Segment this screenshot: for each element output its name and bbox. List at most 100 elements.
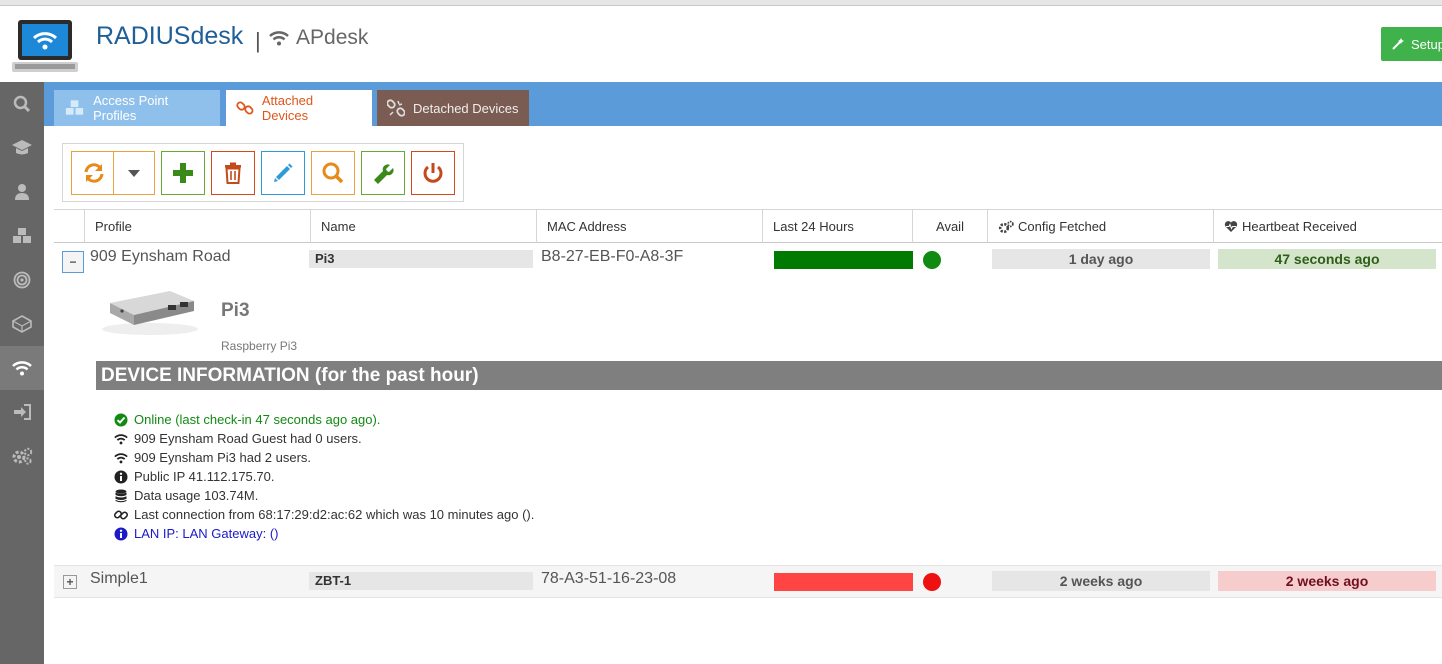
add-button[interactable]: [161, 151, 205, 195]
trash-icon: [225, 162, 241, 184]
column-header-last-24-hours[interactable]: Last 24 Hours: [762, 210, 912, 243]
mac-cell: 78-A3-51-16-23-08: [541, 570, 677, 587]
column-header-avail[interactable]: Avail: [912, 210, 987, 243]
tab-label: Detached Devices: [413, 100, 519, 116]
tab-access-point-profiles[interactable]: Access Point Profiles: [54, 90, 220, 126]
column-label: Last 24 Hours: [773, 219, 854, 234]
info-lan-ip: LAN IP: LAN Gateway: (): [114, 524, 534, 543]
refresh-icon: [84, 163, 103, 183]
sign-in-icon: [14, 404, 31, 420]
info-pi3-users: 909 Eynsham Pi3 had 2 users.: [114, 448, 534, 467]
column-label: MAC Address: [547, 219, 627, 234]
info-text: Online (last check-in 47 seconds ago ago…: [134, 412, 381, 427]
info-text: Data usage 103.74M.: [134, 488, 259, 503]
heartbeat-icon: [1224, 221, 1238, 232]
info-public-ip: Public IP 41.112.175.70.: [114, 467, 534, 486]
setup-label: Setup: [1411, 36, 1442, 52]
wifi-icon: [269, 31, 289, 46]
cubes-icon: [13, 228, 31, 243]
caret-down-icon: [128, 170, 140, 177]
view-button[interactable]: [311, 151, 355, 195]
setup-button[interactable]: Setup: [1381, 27, 1442, 61]
reload-button[interactable]: [71, 151, 115, 195]
column-label: Config Fetched: [1018, 219, 1107, 234]
sidebar-item-apdesk[interactable]: [0, 346, 44, 390]
magic-wand-icon: [1392, 38, 1404, 50]
plus-icon: [173, 163, 193, 183]
link-icon: [114, 509, 128, 520]
delete-button[interactable]: [211, 151, 255, 195]
uptime-bar: [774, 573, 913, 591]
sidebar-item-realms[interactable]: [0, 214, 44, 258]
user-icon: [15, 184, 29, 200]
edit-button[interactable]: [261, 151, 305, 195]
heartbeat-badge: 2 weeks ago: [1218, 571, 1436, 591]
profile-cell: 909 Eynsham Road: [90, 248, 231, 265]
column-header-config-fetched[interactable]: Config Fetched: [987, 210, 1213, 243]
info-data-usage: Data usage 103.74M.: [114, 486, 534, 505]
availability-dot: [923, 573, 941, 591]
wifi-icon: [12, 361, 32, 376]
uptime-bar: [774, 251, 913, 269]
info-text: 909 Eynsham Pi3 had 2 users.: [134, 450, 312, 465]
graduation-cap-icon: [12, 140, 32, 155]
tab-label: Attached Devices: [261, 93, 314, 123]
unlink-icon: [387, 99, 405, 117]
info-text: Last connection from 68:17:29:d2:ac:62 w…: [134, 507, 535, 522]
tab-attached-devices[interactable]: Attached Devices: [226, 90, 372, 126]
device-detail-name: Pi3: [221, 300, 250, 321]
info-text: LAN IP: LAN Gateway: (): [134, 526, 279, 541]
device-name-cell: Pi3: [309, 250, 533, 268]
wifi-icon: [114, 452, 128, 463]
wifi-icon: [114, 433, 128, 444]
device-detail-model: Raspberry Pi3: [221, 339, 298, 353]
profile-cell: Simple1: [90, 570, 148, 587]
config-fetched-badge: 1 day ago: [992, 249, 1210, 269]
device-info-heading: DEVICE INFORMATION (for the past hour): [96, 361, 1442, 390]
bullseye-icon: [13, 271, 31, 289]
column-header-profile[interactable]: Profile: [84, 210, 310, 243]
sidebar-item-search[interactable]: [0, 82, 44, 126]
device-info-list: Online (last check-in 47 seconds ago ago…: [114, 410, 534, 543]
grid-header: Profile Name MAC Address Last 24 Hours A…: [54, 209, 1442, 243]
column-label: Name: [321, 219, 356, 234]
table-row[interactable]: + Simple1 ZBT-1 78-A3-51-16-23-08 2 week…: [54, 565, 1442, 598]
sidebar-item-login[interactable]: [0, 390, 44, 434]
cubes-icon: [65, 100, 84, 115]
sidebar-item-education[interactable]: [0, 126, 44, 170]
device-thumbnail: [102, 291, 198, 335]
sub-brand: APdesk: [268, 26, 368, 50]
tab-label: Access Point Profiles: [93, 93, 169, 123]
availability-dot: [923, 251, 941, 269]
cogs-icon: [12, 447, 33, 465]
sub-brand-label: APdesk: [296, 26, 369, 49]
sidebar-item-users[interactable]: [0, 170, 44, 214]
tab-detached-devices[interactable]: Detached Devices: [377, 90, 529, 126]
info-guest-users: 909 Eynsham Road Guest had 0 users.: [114, 429, 534, 448]
column-label: Heartbeat Received: [1242, 219, 1357, 234]
app-header: RADIUSdesk | APdesk Setup: [0, 6, 1442, 82]
database-icon: [115, 489, 127, 502]
config-fetched-badge: 2 weeks ago: [992, 571, 1210, 591]
search-icon: [322, 162, 344, 184]
restart-button[interactable]: [411, 151, 455, 195]
column-header-mac[interactable]: MAC Address: [536, 210, 762, 243]
sidebar-item-dynamic[interactable]: [0, 258, 44, 302]
check-circle-icon: [114, 413, 128, 426]
sidebar-item-settings[interactable]: [0, 434, 44, 478]
column-header-name[interactable]: Name: [310, 210, 536, 243]
sidebar-item-meshdesk[interactable]: [0, 302, 44, 346]
mac-cell: B8-27-EB-F0-A8-3F: [541, 248, 684, 265]
search-icon: [13, 95, 31, 113]
sidebar: [0, 82, 44, 664]
execute-button[interactable]: [361, 151, 405, 195]
reload-options-dropdown[interactable]: [113, 151, 155, 195]
tab-bar: Access Point Profiles Attached Devices D…: [44, 82, 1442, 126]
info-online-status: Online (last check-in 47 seconds ago ago…: [114, 410, 534, 429]
collapse-row-button[interactable]: −: [62, 251, 84, 273]
device-name-cell: ZBT-1: [309, 572, 533, 590]
heartbeat-badge: 47 seconds ago: [1218, 249, 1436, 269]
column-label: Avail: [936, 219, 964, 234]
expand-row-button[interactable]: +: [63, 575, 77, 589]
column-header-heartbeat[interactable]: Heartbeat Received: [1213, 210, 1439, 243]
